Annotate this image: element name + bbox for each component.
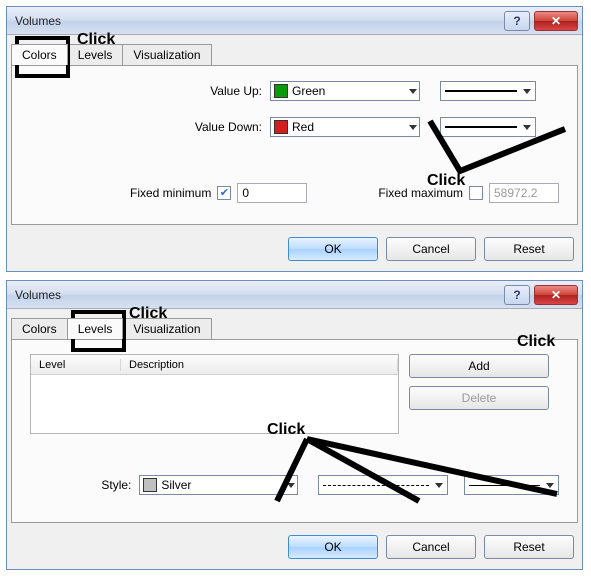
tab-levels[interactable]: Levels bbox=[67, 44, 124, 65]
cancel-button[interactable]: Cancel bbox=[386, 535, 476, 559]
reset-label: Reset bbox=[513, 540, 544, 554]
close-icon: ✕ bbox=[551, 14, 561, 28]
style-color-text: Silver bbox=[161, 478, 191, 492]
tab-colors[interactable]: Colors bbox=[11, 44, 68, 65]
value-up-label: Value Up: bbox=[30, 84, 270, 98]
titlebar: Volumes ? ✕ bbox=[7, 281, 582, 309]
window-title: Volumes bbox=[15, 288, 500, 302]
col-level[interactable]: Level bbox=[31, 359, 121, 371]
close-button[interactable]: ✕ bbox=[534, 11, 578, 31]
value-up-color-combo[interactable]: Green bbox=[270, 81, 420, 101]
value-down-color-combo[interactable]: Red bbox=[270, 117, 420, 137]
ok-label: OK bbox=[324, 242, 341, 256]
style-color-combo[interactable]: Silver bbox=[139, 475, 298, 495]
delete-button[interactable]: Delete bbox=[409, 386, 549, 410]
value-up-line-style-combo[interactable] bbox=[440, 81, 536, 101]
close-icon: ✕ bbox=[551, 288, 561, 302]
help-button[interactable]: ? bbox=[504, 285, 530, 305]
colors-tab-body: Value Up: Green Value Down: Red bbox=[11, 65, 578, 225]
fixed-min-checkbox[interactable]: ✔ bbox=[217, 186, 231, 200]
value-down-label: Value Down: bbox=[30, 120, 270, 134]
close-button[interactable]: ✕ bbox=[534, 285, 578, 305]
dashed-line-icon bbox=[323, 485, 428, 486]
tab-levels[interactable]: Levels bbox=[67, 318, 124, 339]
titlebar: Volumes ? ✕ bbox=[7, 7, 582, 35]
chevron-down-icon bbox=[287, 483, 295, 488]
tab-visualization-label: Visualization bbox=[133, 48, 200, 62]
tab-colors-label: Colors bbox=[22, 48, 57, 62]
reset-label: Reset bbox=[513, 242, 544, 256]
fixed-max-value: 58972.2 bbox=[494, 186, 537, 200]
cancel-button[interactable]: Cancel bbox=[386, 237, 476, 261]
dialog-buttons: OK Cancel Reset bbox=[7, 231, 582, 271]
tab-levels-label: Levels bbox=[78, 48, 113, 62]
fixed-max-input[interactable]: 58972.2 bbox=[489, 183, 559, 203]
color-swatch-icon bbox=[143, 478, 157, 492]
reset-button[interactable]: Reset bbox=[484, 237, 574, 261]
dialog-buttons: OK Cancel Reset bbox=[7, 529, 582, 569]
chevron-down-icon bbox=[523, 125, 531, 130]
add-button[interactable]: Add bbox=[409, 354, 549, 378]
levels-table-header: Level Description bbox=[31, 355, 398, 375]
fixed-min-value: 0 bbox=[242, 186, 249, 200]
tab-colors[interactable]: Colors bbox=[11, 318, 68, 339]
chevron-down-icon bbox=[435, 483, 443, 488]
levels-table[interactable]: Level Description bbox=[30, 354, 399, 434]
line-preview-icon bbox=[445, 90, 517, 92]
chevron-down-icon bbox=[546, 483, 554, 488]
tab-visualization[interactable]: Visualization bbox=[122, 44, 211, 65]
fixed-max-label: Fixed maximum bbox=[378, 186, 463, 200]
volumes-dialog-colors: Volumes ? ✕ Colors Levels Visualization … bbox=[6, 6, 583, 272]
add-label: Add bbox=[468, 359, 489, 373]
tab-strip: Colors Levels Visualization bbox=[7, 35, 582, 65]
fixed-max-checkbox[interactable] bbox=[469, 186, 483, 200]
volumes-dialog-levels: Volumes ? ✕ Colors Levels Visualization … bbox=[6, 280, 583, 570]
fixed-min-input[interactable]: 0 bbox=[237, 183, 307, 203]
col-description[interactable]: Description bbox=[121, 359, 398, 371]
reset-button[interactable]: Reset bbox=[484, 535, 574, 559]
color-swatch-icon bbox=[274, 84, 288, 98]
color-swatch-icon bbox=[274, 120, 288, 134]
help-button[interactable]: ? bbox=[504, 11, 530, 31]
style-dash-combo[interactable] bbox=[318, 475, 447, 495]
value-down-line-style-combo[interactable] bbox=[440, 117, 536, 137]
tab-visualization-label: Visualization bbox=[133, 322, 200, 336]
levels-tab-body: Level Description Add Delete Style: Silv… bbox=[11, 339, 578, 523]
style-label: Style: bbox=[30, 478, 139, 492]
value-up-color-text: Green bbox=[292, 84, 325, 98]
line-preview-icon bbox=[445, 126, 517, 128]
delete-label: Delete bbox=[462, 391, 497, 405]
tab-levels-label: Levels bbox=[78, 322, 113, 336]
fixed-min-label: Fixed minimum bbox=[130, 186, 211, 200]
ok-label: OK bbox=[324, 540, 341, 554]
value-down-color-text: Red bbox=[292, 120, 314, 134]
ok-button[interactable]: OK bbox=[288, 237, 378, 261]
check-icon: ✔ bbox=[220, 188, 229, 199]
tab-colors-label: Colors bbox=[22, 322, 57, 336]
ok-button[interactable]: OK bbox=[288, 535, 378, 559]
chevron-down-icon bbox=[409, 89, 417, 94]
cancel-label: Cancel bbox=[412, 242, 449, 256]
chevron-down-icon bbox=[409, 125, 417, 130]
tab-strip: Colors Levels Visualization bbox=[7, 309, 582, 339]
cancel-label: Cancel bbox=[412, 540, 449, 554]
style-width-combo[interactable] bbox=[464, 475, 559, 495]
chevron-down-icon bbox=[523, 89, 531, 94]
line-preview-icon bbox=[469, 485, 540, 486]
window-title: Volumes bbox=[15, 14, 500, 28]
tab-visualization[interactable]: Visualization bbox=[122, 318, 211, 339]
